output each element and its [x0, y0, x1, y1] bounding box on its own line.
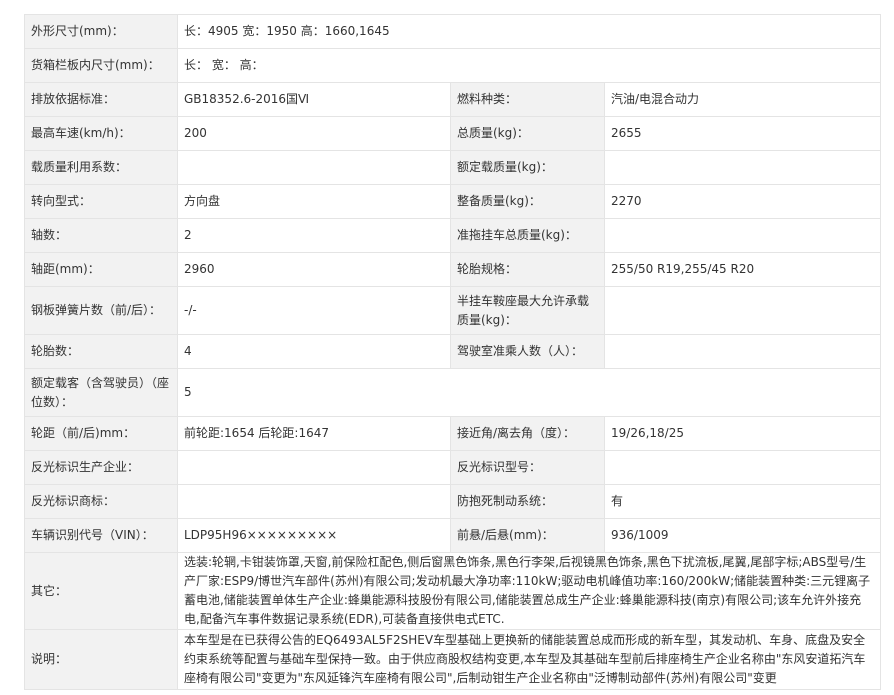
value-trailer-mass	[603, 218, 882, 253]
label-abs: 防抱死制动系统：	[450, 484, 605, 519]
value-approach-departure: 19/26,18/25	[603, 416, 882, 451]
value-leaf-springs: -/-	[177, 286, 451, 335]
label-notes: 说明：	[24, 629, 178, 690]
row-other: 其它： 选装:轮辋,卡钳装饰罩,天窗,前保险杠配色,侧后窗黑色饰条,黑色行李架,…	[24, 552, 882, 630]
value-overall-dimensions: 长：4905 宽：1950 高：1660,1645	[176, 14, 882, 49]
label-fuel-type: 燃料种类：	[450, 82, 605, 117]
value-tyre-spec: 255/50 R19,255/45 R20	[603, 252, 882, 287]
label-rated-passengers: 额定载客（含驾驶员）（座位数）：	[24, 368, 178, 417]
row-reflective-maker: 反光标识生产企业： 反光标识型号：	[24, 450, 882, 485]
label-tyre-spec: 轮胎规格：	[450, 252, 605, 287]
label-overhang: 前悬/后悬(mm)：	[450, 518, 605, 553]
vehicle-spec-table: 外形尺寸(mm)： 长：4905 宽：1950 高：1660,1645 货箱栏板…	[24, 14, 882, 690]
label-axle-count: 轴数：	[24, 218, 178, 253]
label-reflective-brand: 反光标识商标：	[24, 484, 178, 519]
label-approach-departure: 接近角/离去角（度）：	[450, 416, 605, 451]
value-axle-count: 2	[177, 218, 451, 253]
label-cab-occupants: 驾驶室准乘人数（人）：	[450, 334, 605, 369]
value-cab-occupants	[603, 334, 882, 369]
row-springs-saddle: 钢板弹簧片数（前/后）： -/- 半挂车鞍座最大允许承载质量(kg)：	[24, 286, 882, 335]
label-vin: 车辆识别代号（VIN）：	[24, 518, 178, 553]
value-reflective-model	[603, 450, 882, 485]
label-emission-standard: 排放依据标准：	[24, 82, 178, 117]
row-wheelbase-tyres: 轴距(mm)： 2960 轮胎规格： 255/50 R19,255/45 R20	[24, 252, 882, 287]
value-fuel-type: 汽油/电混合动力	[603, 82, 882, 117]
value-curb-mass: 2270	[603, 184, 882, 219]
value-other: 选装:轮辋,卡钳装饰罩,天窗,前保险杠配色,侧后窗黑色饰条,黑色行李架,后视镜黑…	[176, 552, 882, 630]
row-seating: 额定载客（含驾驶员）（座位数）： 5	[24, 368, 882, 417]
value-load-utilization	[177, 150, 451, 185]
row-reflective-brand-abs: 反光标识商标： 防抱死制动系统： 有	[24, 484, 882, 519]
label-max-speed: 最高车速(km/h)：	[24, 116, 178, 151]
value-max-speed: 200	[177, 116, 451, 151]
value-notes: 本车型是在已获得公告的EQ6493AL5F2SHEV车型基础上更换新的储能装置总…	[176, 629, 882, 690]
row-track-angles: 轮距（前/后)mm： 前轮距:1654 后轮距:1647 接近角/离去角（度）：…	[24, 416, 882, 451]
row-tyres-cab: 轮胎数： 4 驾驶室准乘人数（人）：	[24, 334, 882, 369]
row-steering-curb: 转向型式： 方向盘 整备质量(kg)： 2270	[24, 184, 882, 219]
row-cargo-box-dimensions: 货箱栏板内尺寸(mm)： 长： 宽： 高：	[24, 48, 882, 83]
label-steering-type: 转向型式：	[24, 184, 178, 219]
label-leaf-springs: 钢板弹簧片数（前/后）：	[24, 286, 178, 335]
label-overall-dimensions: 外形尺寸(mm)：	[24, 14, 178, 49]
label-rated-load: 额定载质量(kg)：	[450, 150, 605, 185]
label-reflective-maker: 反光标识生产企业：	[24, 450, 178, 485]
row-load-factor: 载质量利用系数： 额定载质量(kg)：	[24, 150, 882, 185]
row-speed-mass: 最高车速(km/h)： 200 总质量(kg)： 2655	[24, 116, 882, 151]
label-curb-mass: 整备质量(kg)：	[450, 184, 605, 219]
value-rated-passengers: 5	[176, 368, 882, 417]
label-reflective-model: 反光标识型号：	[450, 450, 605, 485]
value-emission-standard: GB18352.6-2016国Ⅵ	[177, 82, 451, 117]
value-track-width: 前轮距:1654 后轮距:1647	[177, 416, 451, 451]
label-cargo-box-dimensions: 货箱栏板内尺寸(mm)：	[24, 48, 178, 83]
value-cargo-box-dimensions: 长： 宽： 高：	[176, 48, 882, 83]
row-axles-trailer: 轴数： 2 准拖挂车总质量(kg)：	[24, 218, 882, 253]
row-vin-overhang: 车辆识别代号（VIN）： LDP95H96××××××××× 前悬/后悬(mm)…	[24, 518, 882, 553]
value-reflective-brand	[177, 484, 451, 519]
value-abs: 有	[603, 484, 882, 519]
value-wheelbase: 2960	[177, 252, 451, 287]
row-notes: 说明： 本车型是在已获得公告的EQ6493AL5F2SHEV车型基础上更换新的储…	[24, 629, 882, 690]
value-overhang: 936/1009	[603, 518, 882, 553]
value-rated-load	[603, 150, 882, 185]
value-total-mass: 2655	[603, 116, 882, 151]
label-load-utilization: 载质量利用系数：	[24, 150, 178, 185]
row-overall-dimensions: 外形尺寸(mm)： 长：4905 宽：1950 高：1660,1645	[24, 14, 882, 49]
label-track-width: 轮距（前/后)mm：	[24, 416, 178, 451]
label-other: 其它：	[24, 552, 178, 630]
value-reflective-maker	[177, 450, 451, 485]
label-total-mass: 总质量(kg)：	[450, 116, 605, 151]
label-wheelbase: 轴距(mm)：	[24, 252, 178, 287]
value-saddle-load	[603, 286, 882, 335]
label-saddle-load: 半挂车鞍座最大允许承载质量(kg)：	[450, 286, 605, 335]
value-tyre-count: 4	[177, 334, 451, 369]
value-vin: LDP95H96×××××××××	[177, 518, 451, 553]
row-emission-fuel: 排放依据标准： GB18352.6-2016国Ⅵ 燃料种类： 汽油/电混合动力	[24, 82, 882, 117]
label-trailer-mass: 准拖挂车总质量(kg)：	[450, 218, 605, 253]
value-steering-type: 方向盘	[177, 184, 451, 219]
label-tyre-count: 轮胎数：	[24, 334, 178, 369]
